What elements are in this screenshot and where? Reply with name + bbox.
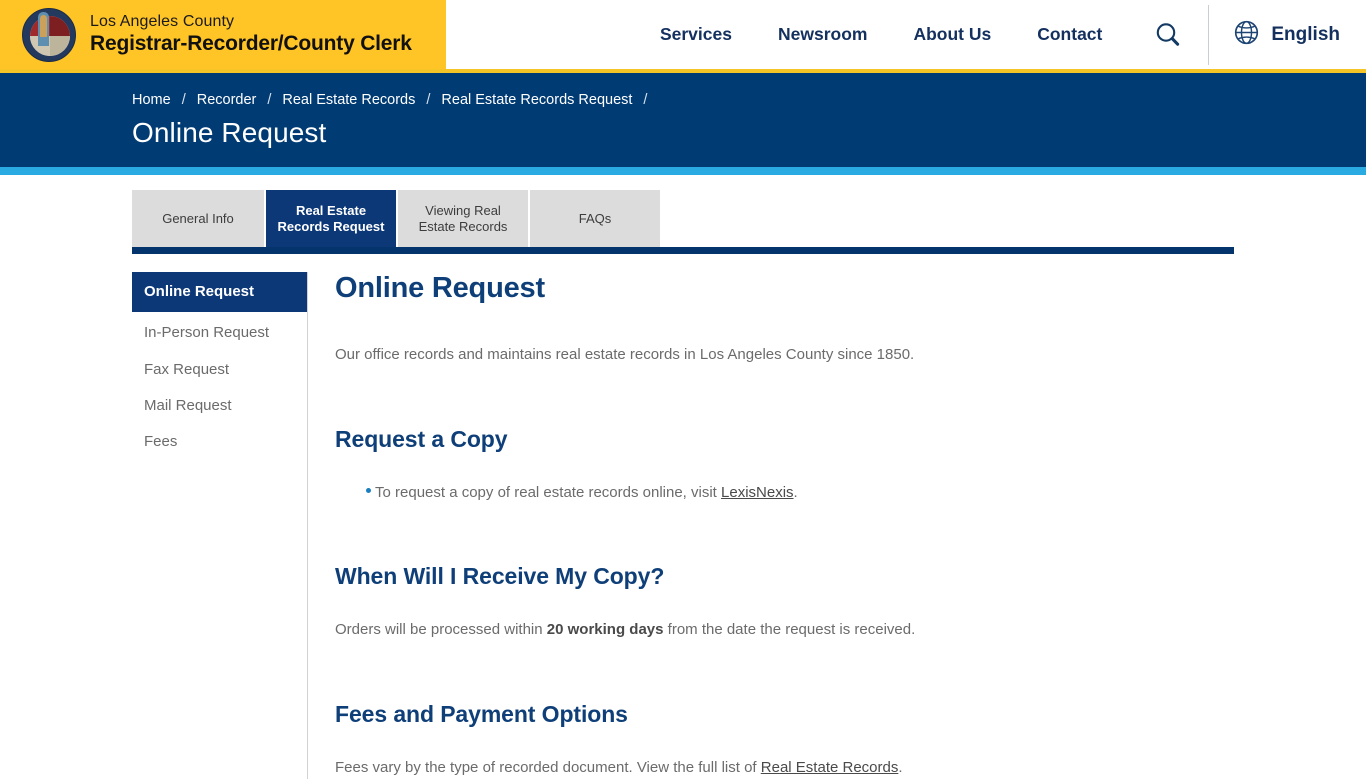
tab-underline	[132, 247, 1234, 254]
breadcrumb-separator: /	[426, 92, 430, 108]
tab-viewing-real-estate-records[interactable]: Viewing Real Estate Records	[398, 190, 528, 247]
globe-icon	[1233, 19, 1260, 51]
language-label: English	[1271, 24, 1340, 46]
content-title: Online Request	[335, 272, 1326, 305]
tabs-zone: General Info Real Estate Records Request…	[0, 175, 1366, 254]
language-selector[interactable]: English	[1208, 5, 1366, 65]
search-icon[interactable]	[1146, 13, 1190, 57]
nav-item-newsroom[interactable]: Newsroom	[778, 24, 867, 45]
breadcrumb: Home / Recorder / Real Estate Records / …	[132, 92, 1366, 108]
link-real-estate-records[interactable]: Real Estate Records	[761, 759, 899, 776]
list-item: To request a copy of real estate records…	[335, 482, 1326, 505]
tab-bar: General Info Real Estate Records Request…	[132, 190, 1366, 247]
section-heading-fees-and-payment-options: Fees and Payment Options	[335, 701, 1326, 728]
page-title: Online Request	[132, 117, 1366, 149]
breadcrumb-separator: /	[643, 92, 647, 108]
brand-block[interactable]: Los Angeles County Registrar-Recorder/Co…	[0, 0, 446, 69]
bullet-text-prefix: To request a copy of real estate records…	[375, 484, 721, 501]
brand-line-county: Los Angeles County	[90, 13, 412, 31]
sidebar-item-online-request[interactable]: Online Request	[132, 272, 307, 312]
processing-text-suffix: from the date the request is received.	[663, 621, 915, 638]
processing-days-bold: 20 working days	[547, 621, 664, 638]
sidebar-navigation: Online Request In-Person Request Fax Req…	[132, 272, 308, 779]
tab-general-info[interactable]: General Info	[132, 190, 264, 247]
request-copy-list: To request a copy of real estate records…	[335, 482, 1326, 505]
processing-time-paragraph: Orders will be processed within 20 worki…	[335, 619, 1326, 642]
sidebar-item-mail-request[interactable]: Mail Request	[132, 388, 307, 424]
sidebar-item-fees[interactable]: Fees	[132, 424, 307, 460]
top-nav-links: Services Newsroom About Us Contact	[660, 24, 1102, 45]
brand-text: Los Angeles County Registrar-Recorder/Co…	[76, 13, 412, 55]
breadcrumb-item-real-estate-records[interactable]: Real Estate Records	[282, 92, 415, 108]
nav-item-contact[interactable]: Contact	[1037, 24, 1102, 45]
section-heading-when-will-i-receive-my-copy: When Will I Receive My Copy?	[335, 563, 1326, 590]
sidebar-item-in-person-request[interactable]: In-Person Request	[132, 315, 307, 351]
processing-text-prefix: Orders will be processed within	[335, 621, 547, 638]
breadcrumb-item-recorder[interactable]: Recorder	[197, 92, 257, 108]
breadcrumb-separator: /	[182, 92, 186, 108]
breadcrumb-item-home[interactable]: Home	[132, 92, 171, 108]
link-lexisnexis[interactable]: LexisNexis	[721, 484, 794, 501]
nav-item-about-us[interactable]: About Us	[913, 24, 991, 45]
sidebar-item-fax-request[interactable]: Fax Request	[132, 352, 307, 388]
top-navigation: Services Newsroom About Us Contact	[446, 0, 1366, 69]
page-content: Online Request In-Person Request Fax Req…	[0, 254, 1366, 779]
tab-faqs[interactable]: FAQs	[530, 190, 660, 247]
breadcrumb-separator: /	[267, 92, 271, 108]
bullet-text-suffix: .	[794, 484, 798, 501]
section-heading-request-a-copy: Request a Copy	[335, 426, 1326, 453]
tab-real-estate-records-request[interactable]: Real Estate Records Request	[266, 190, 396, 247]
brand-line-department: Registrar-Recorder/County Clerk	[90, 32, 412, 56]
page-banner: Home / Recorder / Real Estate Records / …	[0, 73, 1366, 167]
nav-item-services[interactable]: Services	[660, 24, 732, 45]
fees-text-suffix: .	[898, 759, 902, 776]
intro-paragraph: Our office records and maintains real es…	[335, 344, 1326, 367]
main-content: Online Request Our office records and ma…	[308, 272, 1366, 779]
county-seal-icon	[22, 8, 76, 62]
fees-text-prefix: Fees vary by the type of recorded docume…	[335, 759, 761, 776]
site-header: Los Angeles County Registrar-Recorder/Co…	[0, 0, 1366, 73]
breadcrumb-item-real-estate-records-request[interactable]: Real Estate Records Request	[441, 92, 632, 108]
